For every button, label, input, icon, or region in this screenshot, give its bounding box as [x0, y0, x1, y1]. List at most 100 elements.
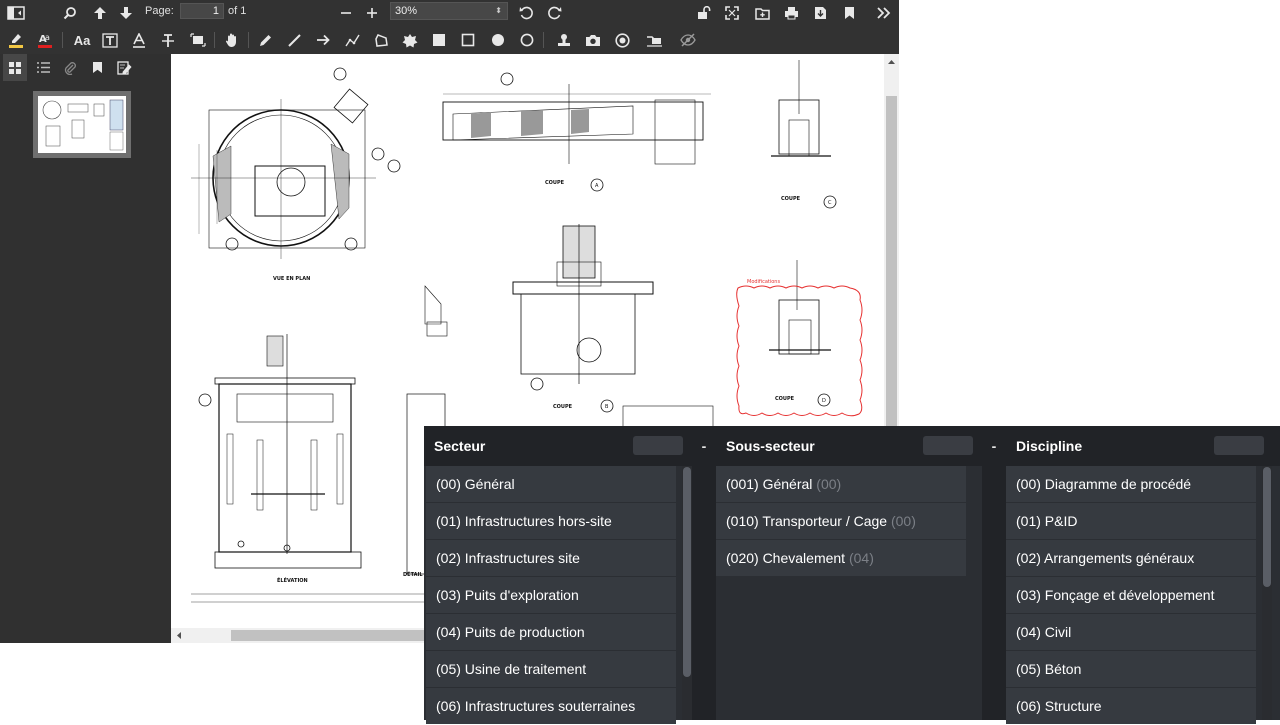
more-tools-icon[interactable]	[872, 0, 896, 26]
thumbnails-icon[interactable]	[3, 54, 27, 81]
separator-1: -	[701, 438, 707, 454]
zoom-value: 30%	[395, 5, 418, 17]
scroll-up-icon[interactable]	[884, 56, 899, 68]
download-icon[interactable]	[808, 0, 832, 26]
svg-text:a: a	[45, 33, 50, 42]
text-box-icon[interactable]	[98, 26, 122, 54]
stamp-icon[interactable]	[552, 26, 576, 54]
sidebar-tabs	[0, 54, 170, 81]
search-icon[interactable]	[58, 0, 82, 26]
free-text-icon[interactable]: Aa	[70, 26, 94, 54]
list-item[interactable]: (010) Transporteur / Cage (00)	[716, 503, 966, 539]
print-icon[interactable]	[779, 0, 803, 26]
list-item[interactable]: (020) Chevalement (04)	[716, 540, 966, 576]
signature-icon[interactable]	[642, 26, 666, 54]
line-tool-icon[interactable]	[282, 26, 306, 54]
redact-icon[interactable]	[186, 26, 210, 54]
rotate-cw-icon[interactable]	[542, 0, 566, 26]
main-toolbar: Page: 1 of 1 30% ⬍	[0, 0, 899, 26]
section-b-label: COUPE	[553, 404, 573, 410]
list-item[interactable]: (001) Général (00)	[716, 466, 966, 502]
attachment-icon[interactable]	[58, 54, 82, 81]
sous-secteur-list: (001) Général (00) (010) Transporteur / …	[716, 466, 966, 577]
sous-secteur-header: Sous-secteur	[716, 426, 982, 466]
hide-annotations-icon[interactable]	[676, 26, 700, 54]
discipline-scroll-thumb[interactable]	[1263, 467, 1271, 587]
secteur-header: Secteur	[424, 426, 692, 466]
list-item[interactable]: (06) Structure	[1006, 688, 1256, 724]
list-item[interactable]: (01) Infrastructures hors-site	[426, 503, 676, 539]
discipline-scrollbar[interactable]	[1262, 466, 1272, 720]
pan-hand-icon[interactable]	[220, 26, 244, 54]
open-file-icon[interactable]	[750, 0, 774, 26]
list-item[interactable]: (00) Diagramme de procédé	[1006, 466, 1256, 502]
previous-page-icon[interactable]	[88, 0, 112, 26]
circle-icon[interactable]	[515, 26, 539, 54]
sous-secteur-title: Sous-secteur	[726, 438, 815, 454]
sous-secteur-search-input[interactable]	[923, 436, 973, 455]
annotations-list-icon[interactable]	[112, 54, 136, 81]
section-d-label: COUPE	[775, 396, 795, 402]
arrow-tool-icon[interactable]	[311, 26, 335, 54]
discipline-search-input[interactable]	[1214, 436, 1264, 455]
scroll-left-icon[interactable]	[173, 628, 185, 643]
modifications-label: Modifications	[747, 279, 780, 285]
list-item[interactable]: (03) Puits d'exploration	[426, 577, 676, 613]
separator-2: -	[991, 438, 997, 454]
polyline-icon[interactable]	[340, 26, 364, 54]
revision-cloud[interactable]	[736, 285, 863, 417]
annotation-toolbar: Aa Aa	[0, 26, 899, 54]
unlock-icon[interactable]	[692, 0, 716, 26]
section-a-label: COUPE	[545, 180, 565, 186]
secteur-scrollbar[interactable]	[682, 466, 692, 720]
outline-icon[interactable]	[31, 54, 55, 81]
filled-circle-icon[interactable]	[486, 26, 510, 54]
list-item[interactable]: (02) Arrangements généraux	[1006, 540, 1256, 576]
bookmark-icon[interactable]	[837, 0, 861, 26]
page-number-input[interactable]: 1	[180, 3, 224, 19]
thumbnail-page	[38, 96, 126, 153]
list-item[interactable]: (05) Béton	[1006, 651, 1256, 687]
square-icon[interactable]	[456, 26, 480, 54]
secteur-list: (00) Général (01) Infrastructures hors-s…	[426, 466, 676, 725]
bookmarks-icon[interactable]	[85, 54, 109, 81]
underline-icon[interactable]	[127, 26, 151, 54]
plan-view-label: VUE EN PLAN	[273, 276, 310, 282]
discipline-list: (00) Diagramme de procédé (01) P&ID (02)…	[1006, 466, 1256, 725]
next-page-icon[interactable]	[114, 0, 138, 26]
sidebar-toggle-icon[interactable]	[4, 0, 28, 26]
section-d-mark: D	[822, 398, 826, 404]
list-item[interactable]: (04) Puits de production	[426, 614, 676, 650]
section-a-mark: A	[595, 183, 599, 189]
page-thumbnail[interactable]	[33, 91, 131, 158]
list-item[interactable]: (02) Infrastructures site	[426, 540, 676, 576]
secteur-title: Secteur	[434, 438, 486, 454]
list-item[interactable]: (06) Infrastructures souterraines	[426, 688, 676, 724]
strikethrough-icon[interactable]	[156, 26, 180, 54]
list-item[interactable]: (01) P&ID	[1006, 503, 1256, 539]
secteur-scroll-thumb[interactable]	[683, 467, 691, 677]
rotate-ccw-icon[interactable]	[514, 0, 538, 26]
discipline-title: Discipline	[1016, 438, 1083, 454]
pen-icon[interactable]	[253, 26, 277, 54]
text-highlight-icon[interactable]: Aa	[33, 26, 57, 54]
seal-icon[interactable]	[610, 26, 634, 54]
camera-icon[interactable]	[581, 26, 605, 54]
highlight-icon[interactable]	[4, 26, 28, 54]
filter-panel: Secteur - (00) Général (01) Infrastructu…	[424, 426, 1280, 724]
polygon-icon[interactable]	[369, 26, 393, 54]
list-item[interactable]: (04) Civil	[1006, 614, 1256, 650]
cloud-icon[interactable]	[398, 26, 422, 54]
list-item[interactable]: (03) Fonçage et développement	[1006, 577, 1256, 613]
zoom-in-icon[interactable]	[360, 0, 384, 26]
secteur-search-input[interactable]	[633, 436, 683, 455]
list-item[interactable]: (05) Usine de traitement	[426, 651, 676, 687]
horizontal-scroll-thumb[interactable]	[231, 630, 431, 641]
zoom-select[interactable]: 30% ⬍	[390, 2, 508, 20]
fullscreen-icon[interactable]	[720, 0, 744, 26]
zoom-out-icon[interactable]	[334, 0, 358, 26]
filled-square-icon[interactable]	[427, 26, 451, 54]
page-label: Page:	[145, 5, 174, 17]
thumbnail-sidebar	[0, 81, 170, 643]
list-item[interactable]: (00) Général	[426, 466, 676, 502]
